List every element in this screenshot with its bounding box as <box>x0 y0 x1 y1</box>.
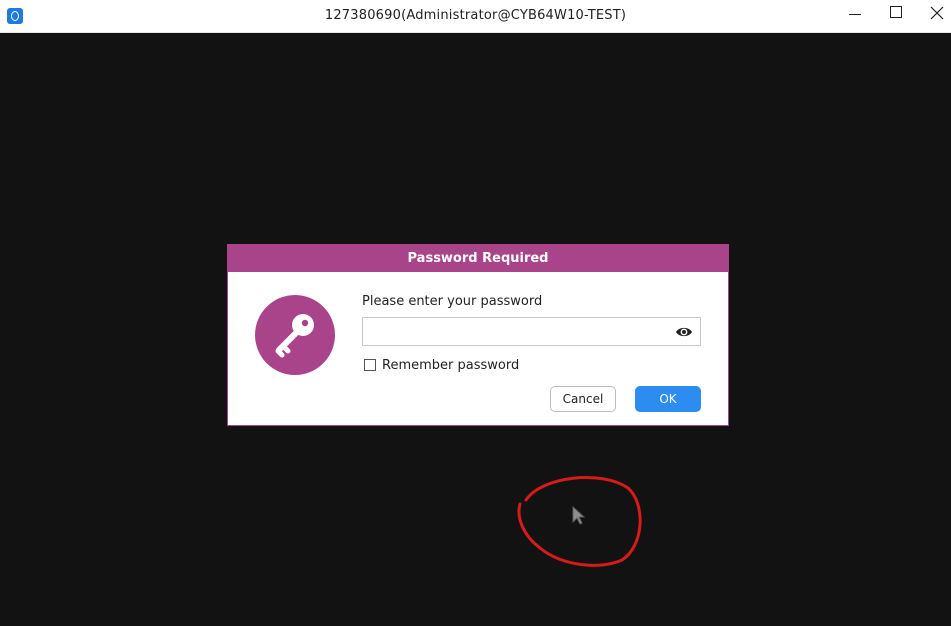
minimize-button[interactable] <box>834 0 876 32</box>
maximize-button[interactable] <box>875 0 917 32</box>
mouse-pointer-icon <box>572 506 586 525</box>
ok-button[interactable]: OK <box>635 386 701 412</box>
password-field[interactable] <box>362 317 701 346</box>
title-bar[interactable]: 127380690(Administrator@CYB64W10-TEST) <box>0 0 951 33</box>
eye-icon[interactable] <box>675 325 693 339</box>
remember-password-label: Remember password <box>382 358 520 373</box>
window-title: 127380690(Administrator@CYB64W10-TEST) <box>324 8 627 23</box>
remote-desktop-window: 127380690(Administrator@CYB64W10-TEST) P… <box>0 0 951 626</box>
key-icon <box>255 295 335 375</box>
close-icon <box>930 6 944 20</box>
password-input[interactable] <box>369 322 663 343</box>
remember-password-checkbox[interactable] <box>364 359 376 371</box>
cancel-button[interactable]: Cancel <box>550 386 616 412</box>
dialog-title: Password Required <box>228 245 728 272</box>
password-dialog: Password Required Please enter your pass… <box>227 244 729 426</box>
close-button[interactable] <box>916 0 951 32</box>
password-prompt: Please enter your password <box>362 294 543 309</box>
